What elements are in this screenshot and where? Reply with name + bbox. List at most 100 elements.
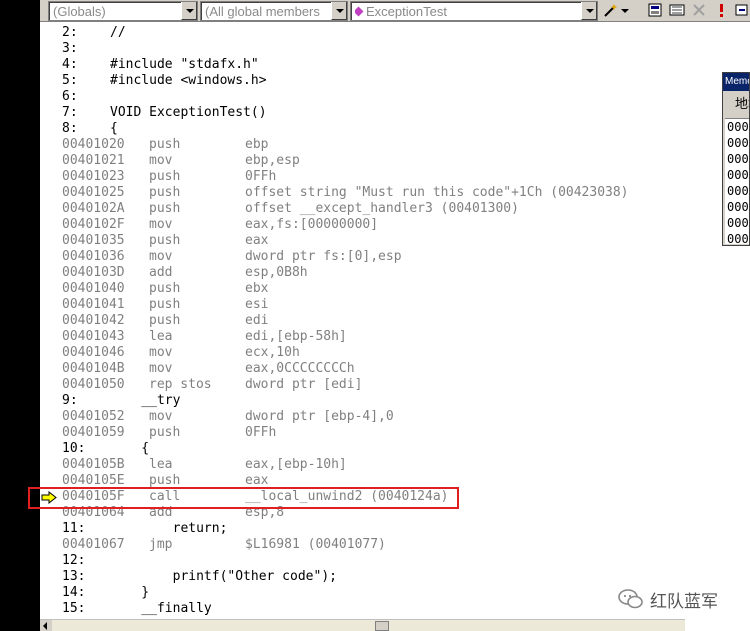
assembly-line[interactable]: 00401042 push edi xyxy=(40,313,725,329)
memory-address-header: 地址 xyxy=(725,94,749,116)
memory-window-title: Memory xyxy=(723,73,749,91)
source-line[interactable]: 7: VOID ExceptionTest() xyxy=(40,105,725,121)
instruction-address: 00401041 xyxy=(62,297,125,312)
assembly-line[interactable]: 00401041 push esi xyxy=(40,297,725,313)
memory-row-address: 0000 xyxy=(727,120,749,134)
line-number: 9: xyxy=(62,393,78,408)
instruction-address: 0040103D xyxy=(62,265,125,280)
memory-window[interactable]: Memory 地址 000000000000000000000000000000… xyxy=(722,72,750,246)
instruction-operands: eax xyxy=(245,233,269,248)
memory-row-address: 0000 xyxy=(727,184,749,198)
memory-row-address: 0000 xyxy=(727,232,749,246)
assembly-line[interactable]: 00401020 push ebp xyxy=(40,137,725,153)
members-combo-value: (All global members xyxy=(205,4,320,19)
assembly-line[interactable]: 0040105B lea eax,[ebp-10h] xyxy=(40,457,725,473)
wizard-icon[interactable] xyxy=(602,2,620,20)
assembly-line[interactable]: 00401059 push 0FFh xyxy=(40,425,725,441)
function-member-icon xyxy=(355,6,364,17)
scope-combo[interactable]: (Globals) xyxy=(48,1,198,21)
members-combo-dropdown-icon[interactable] xyxy=(331,2,347,20)
scope-combo-dropdown-icon[interactable] xyxy=(181,2,197,20)
instruction-address: 00401040 xyxy=(62,281,125,296)
instruction-address: 00401050 xyxy=(62,377,125,392)
instruction-address: 00401025 xyxy=(62,185,125,200)
assembly-line[interactable]: 00401046 mov ecx,10h xyxy=(40,345,725,361)
assembly-line[interactable]: 00401050 rep stos dword ptr [edi] xyxy=(40,377,725,393)
source-line[interactable]: 10: { xyxy=(40,441,725,457)
line-number: 4: xyxy=(62,57,78,72)
source-line[interactable]: 4: #include "stdafx.h" xyxy=(40,57,725,73)
source-line[interactable]: 13: printf("Other code"); xyxy=(40,569,725,585)
go-icon[interactable] xyxy=(734,2,750,20)
function-combo-value: ExceptionTest xyxy=(366,4,447,19)
watermark: 红队蓝军 xyxy=(618,586,718,612)
instruction-address: 00401020 xyxy=(62,137,125,152)
instruction-mnemonic: rep stos xyxy=(149,377,212,392)
disassembly-editor[interactable]: 2: // 3: 4: #include "stdafx.h" 5: #include <w… xyxy=(40,22,725,619)
line-number: 8: xyxy=(62,121,78,136)
instruction-mnemonic: mov xyxy=(149,249,173,264)
source-line[interactable]: 11: return; xyxy=(40,521,725,537)
watermark-text: 红队蓝军 xyxy=(650,591,718,612)
instruction-operands: eax,fs:[00000000] xyxy=(245,217,379,232)
function-combo[interactable]: ExceptionTest xyxy=(350,1,598,21)
assembly-line[interactable]: 00401052 mov dword ptr [ebp-4],0 xyxy=(40,409,725,425)
source-line[interactable]: 3: xyxy=(40,41,725,57)
assembly-line[interactable]: 00401043 lea edi,[ebp-58h] xyxy=(40,329,725,345)
assembly-line[interactable]: 0040102A push offset __except_handler3 (00… xyxy=(40,201,725,217)
line-number: 5: xyxy=(62,73,78,88)
instruction-address: 0040102F xyxy=(62,217,125,232)
instruction-address: 0040105B xyxy=(62,457,125,472)
assembly-line[interactable]: 00401023 push 0FFh xyxy=(40,169,725,185)
instruction-mnemonic: push xyxy=(149,137,181,152)
assembly-line[interactable]: 00401021 mov ebp,esp xyxy=(40,153,725,169)
assembly-line[interactable]: 00401025 push offset string "Must run this… xyxy=(40,185,725,201)
instruction-mnemonic: lea xyxy=(149,329,173,344)
source-line[interactable]: 12: xyxy=(40,553,725,569)
line-number: 13: xyxy=(62,569,86,584)
instruction-operands: edi xyxy=(245,313,269,328)
source-text: VOID ExceptionTest() xyxy=(110,105,267,120)
function-combo-dropdown-icon[interactable] xyxy=(581,2,597,20)
assembly-line[interactable]: 00401067 jmp $L16981 (00401077) xyxy=(40,537,725,553)
class-view-icon[interactable] xyxy=(646,2,664,20)
source-text: return; xyxy=(110,521,228,536)
source-text: printf("Other code"); xyxy=(110,569,337,584)
instruction-mnemonic: add xyxy=(149,265,173,280)
source-line[interactable]: 5: #include <windows.h> xyxy=(40,73,725,89)
instruction-mnemonic: mov xyxy=(149,217,173,232)
scroll-left-icon[interactable] xyxy=(40,620,52,631)
source-line[interactable]: 8: { xyxy=(40,121,725,137)
horizontal-scrollbar[interactable] xyxy=(40,619,685,631)
execute-icon[interactable] xyxy=(712,2,730,20)
source-text: #include <windows.h> xyxy=(110,73,267,88)
assembly-line[interactable]: 00401036 mov dword ptr fs:[0],esp xyxy=(40,249,725,265)
stop-build-icon[interactable] xyxy=(690,2,708,20)
instruction-operands: esp,0B8h xyxy=(245,265,308,280)
line-number: 14: xyxy=(62,585,86,600)
assembly-line[interactable]: 0040102F mov eax,fs:[00000000] xyxy=(40,217,725,233)
source-line[interactable]: 2: // xyxy=(40,25,725,41)
source-text: #include "stdafx.h" xyxy=(110,57,259,72)
assembly-line[interactable]: 00401040 push ebx xyxy=(40,281,725,297)
instruction-operands: dword ptr fs:[0],esp xyxy=(245,249,402,264)
instruction-operands: eax,[ebp-10h] xyxy=(245,457,347,472)
instruction-mnemonic: push xyxy=(149,201,181,216)
instruction-mnemonic: lea xyxy=(149,457,173,472)
dropdown-arrow-icon[interactable] xyxy=(620,2,630,20)
source-text: { xyxy=(110,121,118,136)
assembly-line[interactable]: 0040104B mov eax,0CCCCCCCCh xyxy=(40,361,725,377)
instruction-operands: eax,0CCCCCCCCh xyxy=(245,361,355,376)
assembly-line[interactable]: 00401035 push eax xyxy=(40,233,725,249)
assembly-line[interactable]: 0040103D add esp,0B8h xyxy=(40,265,725,281)
members-combo[interactable]: (All global members xyxy=(200,1,348,21)
build-icon[interactable] xyxy=(668,2,686,20)
wizard-bar-toolbar: (Globals) (All global members ExceptionT… xyxy=(40,0,750,22)
memory-row-address: 0000 xyxy=(727,168,749,182)
source-text: } xyxy=(110,585,150,600)
instruction-address: 00401042 xyxy=(62,313,125,328)
source-line[interactable]: 9: __try xyxy=(40,393,725,409)
instruction-address: 00401052 xyxy=(62,409,125,424)
scroll-thumb[interactable] xyxy=(375,621,389,631)
source-line[interactable]: 6: xyxy=(40,89,725,105)
